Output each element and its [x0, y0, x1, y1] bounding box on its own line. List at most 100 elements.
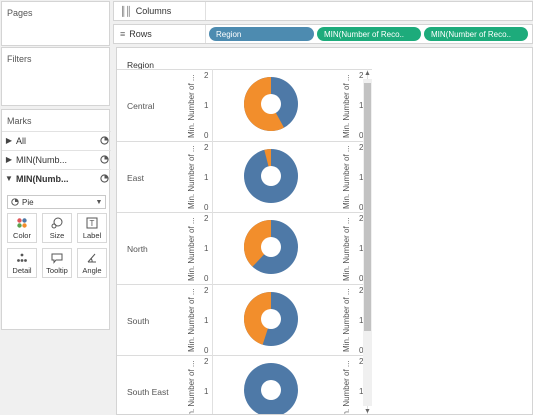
axis-title-min-number-of-records[interactable]: Min. Number of ... [187, 145, 196, 209]
rows-shelf[interactable]: ≡ Rows Region MIN(Number of Reco.. MIN(N… [113, 24, 533, 44]
row-header-region[interactable]: South East [127, 387, 169, 397]
angle-label: Angle [82, 265, 102, 275]
vertical-scrollbar[interactable]: ▲ ▼ [363, 69, 372, 414]
axis-line [212, 283, 213, 355]
pages-card[interactable]: Pages [1, 1, 110, 46]
min-number-of-records-pill-2[interactable]: MIN(Number of Reco.. [424, 27, 528, 41]
columns-shelf[interactable]: ║║ Columns [113, 1, 533, 21]
axis-tick-label: 0 [204, 274, 209, 283]
donut-chart[interactable] [241, 217, 301, 277]
pie-chart-icon [97, 136, 111, 145]
marks-card-label: All [16, 135, 27, 146]
axis-title-min-number-of-records[interactable]: Min. Number of ... [342, 360, 351, 414]
donut-hole [261, 94, 281, 114]
row-header-region[interactable]: East [127, 173, 144, 183]
axis-title-min-number-of-records[interactable]: Min. Number of ... [342, 145, 351, 209]
color-button[interactable]: Color [7, 213, 37, 243]
tooltip-label: Tooltip [46, 265, 68, 275]
axis-line [212, 140, 213, 212]
pages-title: Pages [7, 8, 33, 18]
axis-title-min-number-of-records[interactable]: Min. Number of ... [187, 74, 196, 138]
columns-label: Columns [135, 6, 172, 16]
mark-type-dropdown[interactable]: Pie ▼ [7, 195, 106, 209]
axis-tick-label: 2 [204, 285, 209, 295]
svg-text:T: T [90, 219, 95, 228]
row-separator [117, 283, 372, 285]
axis-tick-label: 1 [204, 172, 209, 182]
label-button[interactable]: T Label [77, 213, 107, 243]
pie-chart-icon [8, 198, 22, 206]
axis-line [212, 355, 213, 414]
donut-chart[interactable] [241, 289, 301, 349]
chevron-down-icon: ▼ [95, 198, 103, 206]
angle-button[interactable]: Angle [77, 248, 107, 278]
row-separator [117, 140, 372, 142]
size-icon [51, 217, 63, 229]
row-header-region[interactable]: Central [127, 101, 154, 111]
min-number-of-records-pill-1[interactable]: MIN(Number of Reco.. [317, 27, 421, 41]
detail-icon [16, 252, 28, 264]
marks-card-min-2[interactable]: ▼ MIN(Numb... [2, 169, 111, 187]
axis-tick-label: 0 [204, 131, 209, 140]
detail-label: Detail [12, 265, 32, 275]
tooltip-icon [51, 252, 63, 264]
marks-card-label: MIN(Numb... [16, 154, 68, 165]
detail-button[interactable]: Detail [7, 248, 37, 278]
axis-tick-label: 2 [204, 71, 209, 80]
chevron-right-icon[interactable]: ▶ [2, 136, 16, 145]
label-icon: T [86, 217, 98, 229]
filters-title: Filters [7, 54, 32, 64]
angle-icon [86, 252, 98, 264]
donut-chart[interactable] [241, 360, 301, 415]
region-pill[interactable]: Region [209, 27, 314, 41]
columns-icon: ║║ [120, 6, 132, 16]
axis-title-min-number-of-records[interactable]: Min. Number of ... [342, 288, 351, 352]
size-button[interactable]: Size [42, 213, 72, 243]
rows-icon: ≡ [120, 29, 125, 39]
scrollbar-thumb[interactable] [364, 83, 371, 331]
scroll-down-icon[interactable]: ▼ [363, 407, 372, 414]
axis-title-min-number-of-records[interactable]: Min. Number of ... [342, 217, 351, 281]
axis-tick-label: 2 [204, 214, 209, 223]
tooltip-button[interactable]: Tooltip [42, 248, 72, 278]
marks-card-label: MIN(Numb... [16, 173, 69, 184]
axis-tick-label: 0 [204, 345, 209, 355]
axis-tick-label: 1 [204, 387, 209, 396]
viz-view: Region Central Min. Number of ... 2 1 0 Min. … [116, 47, 533, 415]
pie-chart-icon [97, 174, 111, 183]
donut-hole [261, 237, 281, 257]
row-separator [117, 69, 372, 70]
axis-tick-label: 1 [204, 244, 209, 253]
filters-card[interactable]: Filters [1, 47, 110, 106]
axis-tick-label: 2 [204, 142, 209, 152]
axis-line [212, 69, 213, 141]
axis-title-min-number-of-records[interactable]: Min. Number of ... [187, 217, 196, 281]
columns-shelf-label: ║║ Columns [114, 2, 206, 20]
marks-title: Marks [7, 116, 32, 126]
marks-card-all[interactable]: ▶ All [2, 131, 111, 149]
axis-tick-label: 2 [204, 357, 209, 366]
scroll-up-icon[interactable]: ▲ [363, 69, 372, 78]
row-separator [117, 212, 372, 213]
chevron-down-icon[interactable]: ▼ [2, 174, 16, 183]
axis-title-min-number-of-records[interactable]: Min. Number of ... [342, 74, 351, 138]
row-header-region[interactable]: South [127, 316, 149, 326]
axis-tick-label: 1 [204, 101, 209, 110]
marks-card: Marks ▶ All ▶ MIN(Numb... ▼ MIN(Numb... [1, 109, 111, 330]
axis-title-min-number-of-records[interactable]: Min. Number of ... [187, 360, 196, 414]
row-header-region[interactable]: North [127, 244, 148, 254]
marks-card-min-1[interactable]: ▶ MIN(Numb... [2, 150, 111, 168]
axis-line [212, 212, 213, 284]
donut-chart[interactable] [241, 74, 301, 134]
color-icon [16, 217, 28, 229]
label-label: Label [82, 230, 102, 240]
tableau-workspace: Pages Filters Marks ▶ All ▶ MIN(Numb... … [0, 0, 533, 415]
axis-tick-label: 0 [204, 202, 209, 212]
axis-title-min-number-of-records[interactable]: Min. Number of ... [187, 288, 196, 352]
donut-hole [261, 380, 281, 400]
size-label: Size [49, 230, 65, 240]
donut-hole [261, 308, 281, 329]
donut-chart[interactable] [241, 146, 301, 206]
chevron-right-icon[interactable]: ▶ [2, 155, 16, 164]
mark-type-label: Pie [22, 197, 34, 207]
